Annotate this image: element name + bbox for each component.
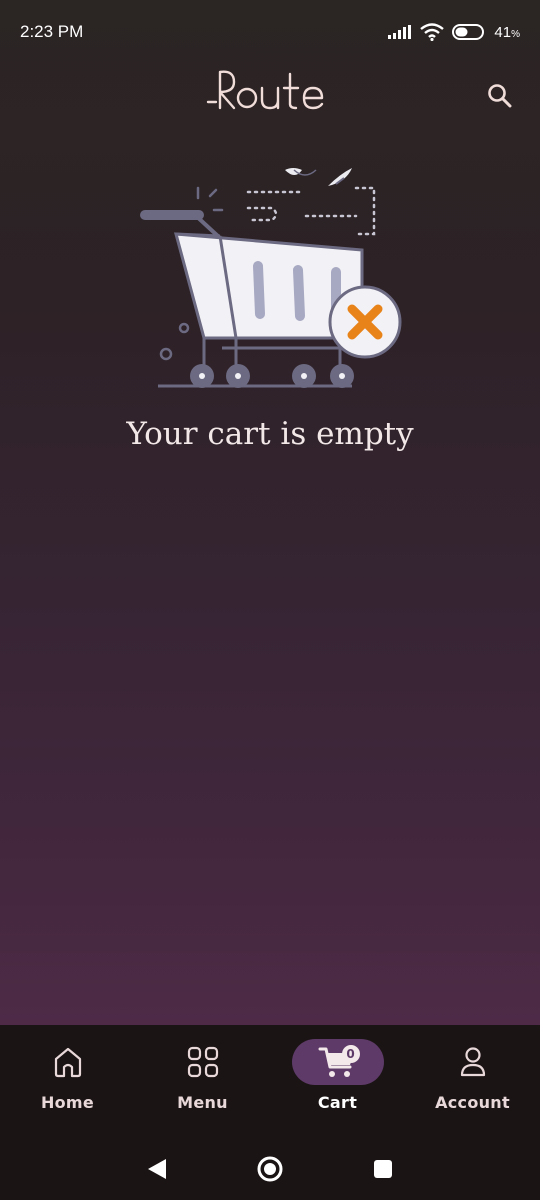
nav-item-account[interactable]: Account [405, 1025, 540, 1137]
nav-item-cart[interactable]: 0 Cart [270, 1025, 405, 1137]
system-home-button[interactable] [250, 1149, 290, 1189]
nav-label-cart: Cart [317, 1093, 358, 1112]
cart-count-badge: 0 [341, 1045, 360, 1063]
system-recents-button[interactable] [363, 1149, 403, 1189]
battery-icon [452, 24, 485, 40]
status-bar: 2:23 PM 41% [0, 0, 540, 64]
back-icon [147, 1158, 166, 1179]
status-icons: 41% [388, 23, 520, 41]
recents-icon [374, 1159, 393, 1178]
person-icon [460, 1047, 485, 1077]
battery-level: 41% [494, 23, 520, 41]
system-back-button[interactable] [137, 1149, 177, 1189]
search-icon [488, 84, 512, 108]
home-circle-icon [257, 1156, 283, 1181]
app-header [0, 64, 540, 124]
bottom-nav: Home Menu 0 Cart Account [0, 1025, 540, 1137]
home-icon [54, 1047, 81, 1078]
nav-label-home: Home [40, 1093, 95, 1112]
nav-item-home[interactable]: Home [0, 1025, 135, 1137]
wifi-icon [420, 23, 445, 41]
grid-icon [187, 1046, 218, 1078]
nav-label-account: Account [435, 1093, 510, 1112]
status-time: 2:23 PM [20, 22, 84, 41]
nav-label-menu: Menu [177, 1093, 228, 1112]
signal-icon [388, 25, 412, 39]
search-button[interactable] [482, 78, 518, 114]
system-nav [0, 1137, 540, 1200]
empty-cart-icon [140, 168, 402, 388]
empty-cart-message: Your cart is empty [126, 416, 414, 452]
nav-item-menu[interactable]: Menu [135, 1025, 270, 1137]
cart-pill[interactable]: 0 [291, 1039, 384, 1085]
route-logo [206, 70, 324, 110]
